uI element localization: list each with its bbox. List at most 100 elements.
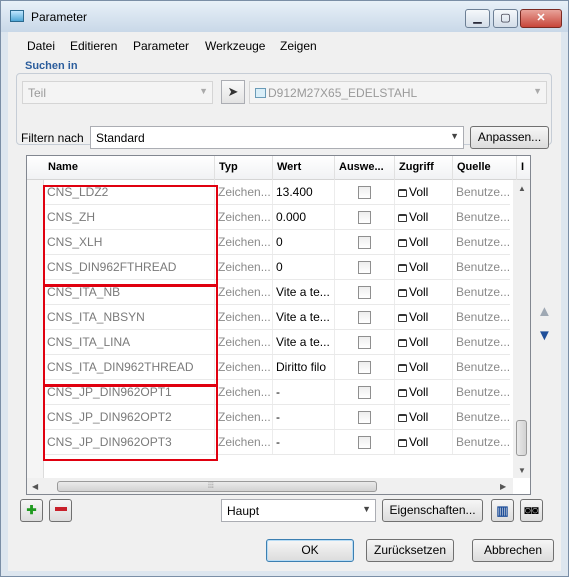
auswahl-checkbox[interactable] [358, 186, 371, 199]
auswahl-checkbox[interactable] [358, 386, 371, 399]
cell-wert[interactable]: 13.400 [273, 180, 335, 204]
scroll-up-icon[interactable]: ▲ [518, 184, 526, 193]
cell-zugriff[interactable]: Voll [395, 430, 453, 454]
horizontal-scroll-thumb[interactable]: ⁞⁞⁞ [57, 481, 377, 492]
cell-typ[interactable]: Zeichen... [215, 355, 273, 379]
vertical-scrollbar[interactable]: ▲ ▼ [513, 180, 530, 478]
menu-zeigen[interactable]: Zeigen [280, 39, 317, 53]
minimize-button[interactable]: ▁ [465, 9, 490, 28]
cell-zugriff[interactable]: Voll [395, 405, 453, 429]
close-icon: ✕ [536, 12, 546, 24]
cell-wert[interactable]: 0.000 [273, 205, 335, 229]
horizontal-scrollbar[interactable]: ◀ ⁞⁞⁞ ▶ [27, 478, 513, 494]
cell-wert[interactable]: - [273, 430, 335, 454]
vertical-scroll-thumb[interactable] [516, 420, 527, 456]
auswahl-checkbox[interactable] [358, 311, 371, 324]
cell-quelle[interactable]: Benutze... [453, 405, 510, 429]
cell-wert[interactable]: Vite a te... [273, 330, 335, 354]
auswahl-checkbox[interactable] [358, 411, 371, 424]
find-button[interactable]: ◙◙ [520, 499, 543, 522]
add-parameter-button[interactable]: ✚ [20, 499, 43, 522]
cell-quelle[interactable]: Benutze... [453, 205, 510, 229]
menu-parameter[interactable]: Parameter [133, 39, 189, 53]
properties-button[interactable]: Eigenschaften... [382, 499, 483, 522]
cell-quelle[interactable]: Benutze... [453, 330, 510, 354]
scroll-left-icon[interactable]: ◀ [32, 482, 38, 491]
cell-typ[interactable]: Zeichen... [215, 230, 273, 254]
cell-quelle[interactable]: Benutze... [453, 380, 510, 404]
column-header-zugriff[interactable]: Zugriff [395, 156, 453, 180]
scroll-down-icon[interactable]: ▼ [518, 466, 526, 475]
cell-zugriff[interactable]: Voll [395, 255, 453, 279]
binoculars-icon: ◙◙ [524, 503, 539, 517]
columns-button[interactable]: ▥ [491, 499, 514, 522]
cell-quelle[interactable]: Benutze... [453, 355, 510, 379]
auswahl-checkbox[interactable] [358, 236, 371, 249]
close-button[interactable]: ✕ [520, 9, 562, 28]
cell-wert[interactable]: 0 [273, 255, 335, 279]
auswahl-checkbox[interactable] [358, 286, 371, 299]
cell-quelle[interactable]: Benutze... [453, 230, 510, 254]
filter-value: Standard [96, 131, 145, 145]
cell-typ[interactable]: Zeichen... [215, 180, 273, 204]
auswahl-checkbox[interactable] [358, 361, 371, 374]
column-header-name[interactable]: Name [44, 156, 215, 180]
cell-auswahl [335, 255, 395, 279]
cell-zugriff[interactable]: Voll [395, 305, 453, 329]
menu-werkzeuge[interactable]: Werkzeuge [205, 39, 265, 53]
cell-wert[interactable]: 0 [273, 230, 335, 254]
cell-wert[interactable]: - [273, 380, 335, 404]
view-select[interactable]: Haupt ▼ [221, 499, 376, 522]
scroll-right-icon[interactable]: ▶ [500, 482, 506, 491]
column-header-quelle[interactable]: Quelle [453, 156, 517, 180]
move-down-icon[interactable]: ▼ [537, 327, 552, 344]
cell-quelle[interactable]: Benutze... [453, 280, 510, 304]
cell-typ[interactable]: Zeichen... [215, 380, 273, 404]
cell-zugriff[interactable]: Voll [395, 380, 453, 404]
cell-typ[interactable]: Zeichen... [215, 405, 273, 429]
maximize-button[interactable]: ▢ [493, 9, 518, 28]
auswahl-checkbox[interactable] [358, 261, 371, 274]
filter-select[interactable]: Standard ▼ [90, 126, 464, 149]
cell-zugriff[interactable]: Voll [395, 330, 453, 354]
search-scope-select[interactable]: Teil ▼ [22, 81, 213, 104]
cell-quelle[interactable]: Benutze... [453, 430, 510, 454]
cancel-button[interactable]: Abbrechen [472, 539, 554, 562]
cell-typ[interactable]: Zeichen... [215, 280, 273, 304]
auswahl-checkbox[interactable] [358, 436, 371, 449]
cell-zugriff[interactable]: Voll [395, 230, 453, 254]
part-select[interactable]: D912M27X65_EDELSTAHL ▼ [249, 81, 547, 104]
reset-button[interactable]: Zurücksetzen [366, 539, 454, 562]
cell-typ[interactable]: Zeichen... [215, 205, 273, 229]
auswahl-checkbox[interactable] [358, 211, 371, 224]
title-bar[interactable]: Parameter ▁ ▢ ✕ [1, 1, 568, 32]
column-header-typ[interactable]: Typ [215, 156, 273, 180]
cell-zugriff[interactable]: Voll [395, 205, 453, 229]
cell-zugriff[interactable]: Voll [395, 180, 453, 204]
cell-wert[interactable]: Diritto filo [273, 355, 335, 379]
cell-quelle[interactable]: Benutze... [453, 255, 510, 279]
cell-wert[interactable]: Vite a te... [273, 305, 335, 329]
cell-typ[interactable]: Zeichen... [215, 330, 273, 354]
column-header-extra[interactable]: I [517, 156, 530, 180]
cell-wert[interactable]: - [273, 405, 335, 429]
minus-icon [54, 507, 67, 511]
remove-parameter-button[interactable] [49, 499, 72, 522]
adjust-button[interactable]: Anpassen... [470, 126, 549, 149]
cell-quelle[interactable]: Benutze... [453, 180, 510, 204]
menu-datei[interactable]: Datei [27, 39, 55, 53]
pick-part-button[interactable]: ➤ [221, 80, 245, 104]
cell-quelle[interactable]: Benutze... [453, 305, 510, 329]
cell-typ[interactable]: Zeichen... [215, 255, 273, 279]
menu-editieren[interactable]: Editieren [70, 39, 117, 53]
cell-zugriff[interactable]: Voll [395, 355, 453, 379]
column-header-wert[interactable]: Wert [273, 156, 335, 180]
cell-typ[interactable]: Zeichen... [215, 305, 273, 329]
cell-typ[interactable]: Zeichen... [215, 430, 273, 454]
column-header-auswahl[interactable]: Auswe... [335, 156, 395, 180]
cell-wert[interactable]: Vite a te... [273, 280, 335, 304]
ok-button[interactable]: OK [266, 539, 354, 562]
auswahl-checkbox[interactable] [358, 336, 371, 349]
cell-zugriff[interactable]: Voll [395, 280, 453, 304]
move-up-icon[interactable]: ▲ [537, 303, 552, 320]
